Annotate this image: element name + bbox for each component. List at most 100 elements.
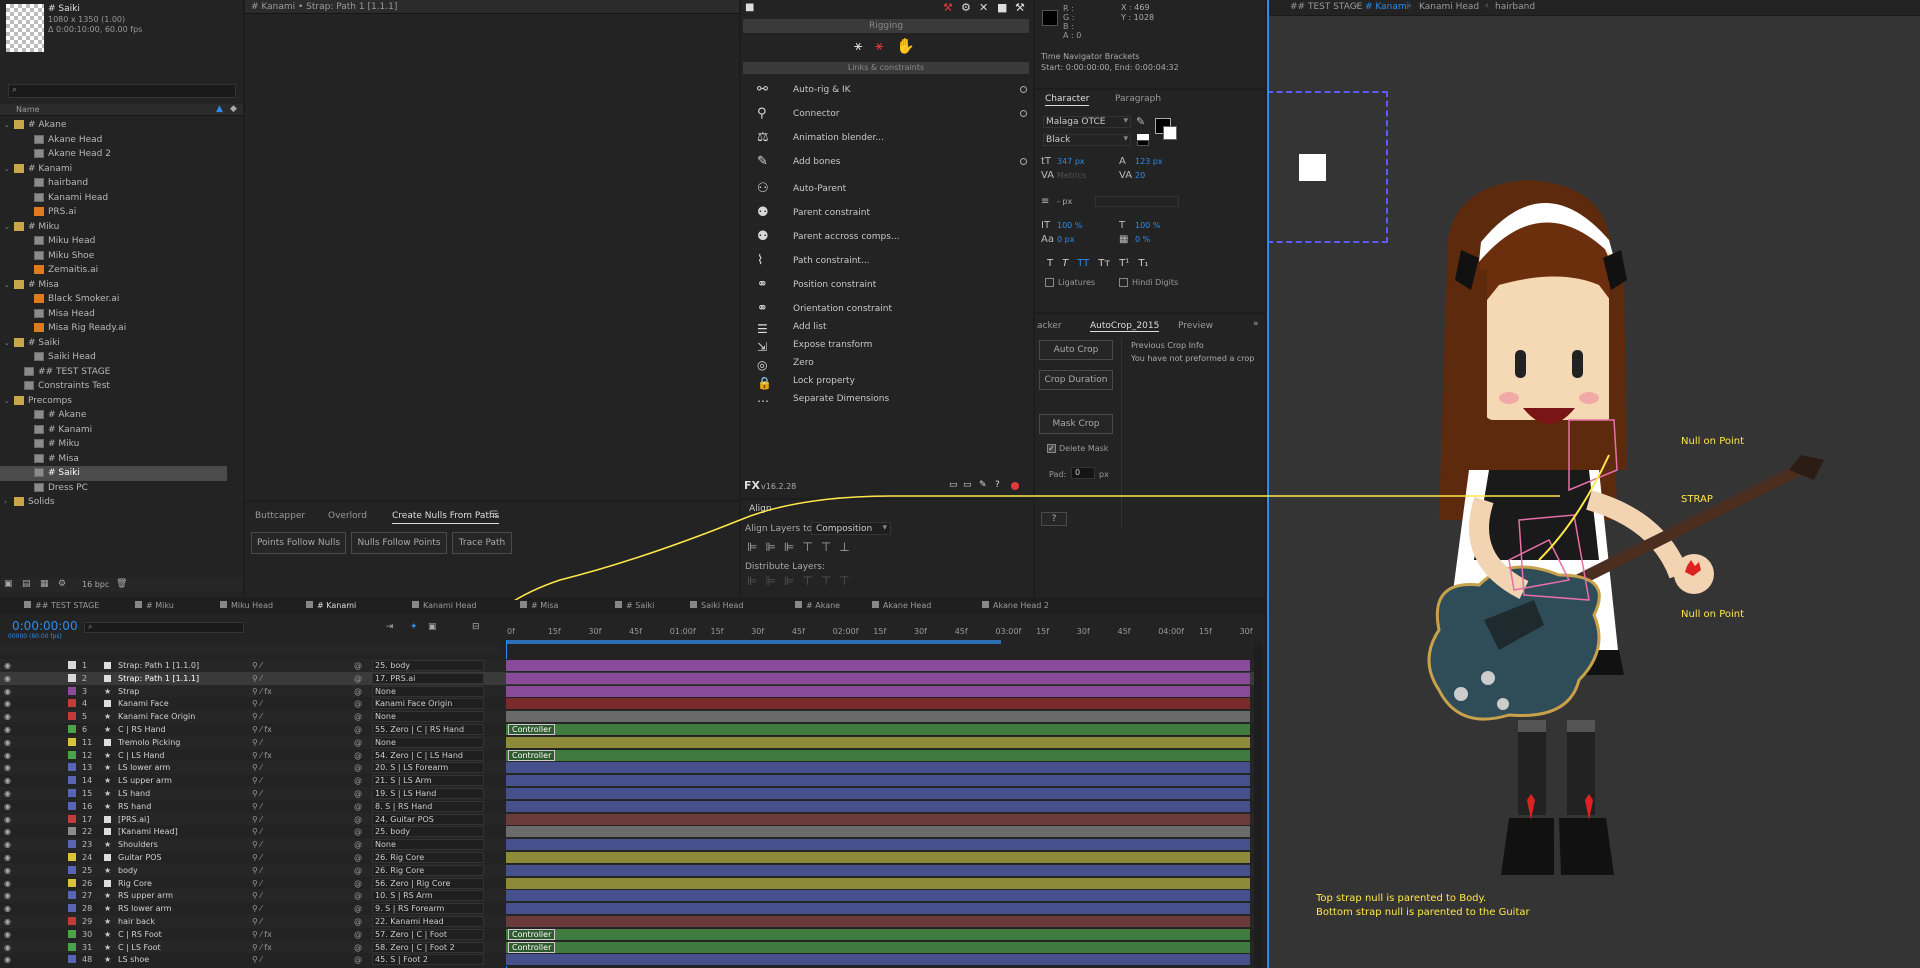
superscript-button[interactable]: T¹ bbox=[1119, 258, 1129, 269]
layer-duration-bar[interactable] bbox=[506, 916, 1250, 927]
parent-pickwhip-icon[interactable]: @ bbox=[354, 953, 362, 966]
layer-name[interactable]: [Kanami Head] bbox=[118, 825, 178, 838]
align-top-icon[interactable]: ⊤ bbox=[802, 540, 820, 554]
parent-pickwhip-icon[interactable]: @ bbox=[354, 685, 362, 698]
stroke-type-select[interactable] bbox=[1095, 196, 1179, 207]
tracker-tab[interactable]: acker bbox=[1037, 321, 1062, 331]
layer-label-color[interactable] bbox=[68, 801, 76, 810]
layer-name[interactable]: LS upper arm bbox=[118, 774, 172, 787]
work-area-bar[interactable] bbox=[506, 640, 1001, 644]
layer-label-color[interactable] bbox=[68, 763, 76, 772]
visibility-eye-icon[interactable]: ◉ bbox=[4, 800, 11, 813]
parent-pickwhip-icon[interactable]: @ bbox=[354, 672, 362, 685]
rig-button-0[interactable]: ⚯ Auto-rig & IK bbox=[741, 78, 1031, 102]
layer-row[interactable]: ◉ 13 ★ LS lower arm ⚲ ⁄ @20. S | LS Forearm bbox=[0, 761, 1256, 775]
expand-panels-icon[interactable]: » bbox=[1253, 319, 1259, 329]
font-style-select[interactable]: Black ▾ bbox=[1043, 134, 1131, 146]
layer-switches[interactable]: ⚲ ⁄ bbox=[252, 915, 262, 928]
layer-switches[interactable]: ⚲ ⁄ bbox=[252, 800, 262, 813]
pad-input[interactable]: 0 bbox=[1071, 467, 1095, 479]
project-item[interactable]: ⌄ # Kanami bbox=[0, 162, 243, 177]
nulls-follow-points-button[interactable]: Nulls Follow Points bbox=[351, 532, 447, 554]
layer-duration-bar[interactable] bbox=[506, 672, 1250, 684]
timecode[interactable]: 0:00:00:00 bbox=[12, 619, 78, 633]
layer-label-color[interactable] bbox=[68, 929, 76, 938]
layer-name[interactable]: C | RS Hand bbox=[118, 723, 166, 736]
parent-select[interactable]: 8. S | RS Hand bbox=[372, 800, 484, 812]
rig-button-7[interactable]: ⌇ Path constraint... bbox=[741, 249, 1031, 273]
disclosure-triangle-icon[interactable]: ⌄ bbox=[4, 162, 14, 177]
parent-select[interactable]: 21. S | LS Arm bbox=[372, 775, 484, 787]
align-to-select[interactable]: Composition ▾ bbox=[811, 522, 891, 535]
parent-pickwhip-icon[interactable]: @ bbox=[354, 787, 362, 800]
rig-small-button-4[interactable]: ⋯ Separate Dimensions bbox=[741, 390, 1031, 408]
layer-row[interactable]: ◉ 12 ★ C | LS Hand ⚲ ⁄ fx @54. Zero | C | LS … bbox=[0, 748, 1256, 762]
layer-row[interactable]: ◉ 2 Strap: Path 1 [1.1.1] ⚲ ⁄ @17. PRS.ai bbox=[0, 671, 1256, 685]
layer-search-input[interactable]: ⌕ bbox=[84, 622, 244, 633]
faux-bold-button[interactable]: T bbox=[1047, 258, 1053, 269]
layer-switches[interactable]: ⚲ ⁄ bbox=[252, 736, 262, 749]
layer-row[interactable]: ◉ 1 Strap: Path 1 [1.1.0] ⚲ ⁄ @25. body bbox=[0, 659, 1256, 672]
parent-select[interactable]: 25. body bbox=[372, 826, 484, 838]
parent-pickwhip-icon[interactable]: @ bbox=[354, 915, 362, 928]
small-caps-button[interactable]: Tт bbox=[1098, 258, 1110, 269]
layer-switches[interactable]: ⚲ ⁄ bbox=[252, 697, 262, 710]
parent-select[interactable]: 54. Zero | C | LS Hand bbox=[372, 749, 484, 761]
parent-pickwhip-icon[interactable]: @ bbox=[354, 825, 362, 838]
parent-pickwhip-icon[interactable]: @ bbox=[354, 774, 362, 787]
rig-button-8[interactable]: ⚭ Position constraint bbox=[741, 273, 1031, 297]
layer-switches[interactable]: ⚲ ⁄ bbox=[252, 659, 262, 672]
animation-tool-icon[interactable]: ✕ bbox=[979, 1, 988, 14]
eyedropper-icon[interactable]: ✎ bbox=[1136, 115, 1145, 128]
layer-duration-bar[interactable] bbox=[506, 788, 1250, 799]
visibility-eye-icon[interactable]: ◉ bbox=[4, 723, 11, 736]
layer-duration-bar[interactable] bbox=[506, 903, 1250, 915]
vscale-value[interactable]: 100 % bbox=[1057, 221, 1082, 230]
visibility-eye-icon[interactable]: ◉ bbox=[4, 928, 11, 941]
layer-duration-bar[interactable] bbox=[506, 839, 1250, 851]
parent-pickwhip-icon[interactable]: @ bbox=[354, 889, 362, 902]
parent-pickwhip-icon[interactable]: @ bbox=[354, 941, 362, 954]
parent-select[interactable]: 57. Zero | C | Foot bbox=[372, 928, 484, 940]
new-folder-icon[interactable]: ▤ bbox=[22, 579, 31, 589]
layer-label-color[interactable] bbox=[68, 840, 76, 849]
baseline-value[interactable]: 0 px bbox=[1057, 235, 1074, 244]
parent-pickwhip-icon[interactable]: @ bbox=[354, 761, 362, 774]
layer-switches[interactable]: ⚲ ⁄ bbox=[252, 838, 262, 851]
layer-switches[interactable]: ⚲ ⁄ fx bbox=[252, 723, 272, 736]
layer-name[interactable]: Tremolo Picking bbox=[118, 736, 180, 749]
layer-label-color[interactable] bbox=[68, 661, 76, 669]
layer-row[interactable]: ◉ 17 [PRS.ai] ⚲ ⁄ @24. Guitar POS bbox=[0, 812, 1256, 826]
parent-select[interactable]: None bbox=[372, 736, 484, 748]
kerning-value[interactable]: Metrics bbox=[1057, 171, 1086, 180]
swatch-white[interactable] bbox=[1137, 140, 1149, 146]
stroke-color-swatch[interactable] bbox=[1163, 126, 1177, 140]
draft-3d-icon[interactable]: ✦ bbox=[410, 622, 418, 632]
layer-name[interactable]: RS lower arm bbox=[118, 902, 171, 915]
parent-pickwhip-icon[interactable]: @ bbox=[354, 736, 362, 749]
marker-label[interactable]: Controller bbox=[508, 928, 556, 940]
layer-row[interactable]: ◉ 26 Rig Core ⚲ ⁄ @56. Zero | Rig Core bbox=[0, 876, 1256, 890]
parent-select[interactable]: Kanami Face Origin bbox=[372, 698, 484, 710]
hscale-value[interactable]: 100 % bbox=[1135, 221, 1160, 230]
project-item[interactable]: Miku Head bbox=[0, 234, 243, 249]
parent-pickwhip-icon[interactable]: @ bbox=[354, 710, 362, 723]
layer-row[interactable]: ◉ 4 Kanami Face ⚲ ⁄ @ Kanami Face Origin bbox=[0, 697, 1256, 711]
layer-row[interactable]: ◉ 14 ★ LS upper arm ⚲ ⁄ @21. S | LS Arm bbox=[0, 774, 1256, 788]
motion-blur-icon[interactable]: ▣ bbox=[428, 622, 437, 632]
timeline-tab[interactable]: # Miku bbox=[135, 601, 174, 610]
layer-row[interactable]: ◉ 29 ★ hair back ⚲ ⁄ @22. Kanami Head bbox=[0, 915, 1256, 928]
visibility-eye-icon[interactable]: ◉ bbox=[4, 774, 11, 787]
chat-icon[interactable]: ▭ bbox=[949, 480, 958, 490]
marker-label[interactable]: Controller bbox=[508, 724, 556, 735]
disclosure-triangle-icon[interactable]: ⌄ bbox=[4, 394, 14, 409]
layer-duration-bar[interactable] bbox=[506, 877, 1250, 889]
layer-label-color[interactable] bbox=[68, 750, 76, 759]
parent-pickwhip-icon[interactable]: @ bbox=[354, 851, 362, 864]
visibility-eye-icon[interactable]: ◉ bbox=[4, 838, 11, 851]
layer-name[interactable]: LS hand bbox=[118, 787, 150, 800]
layer-label-color[interactable] bbox=[68, 725, 76, 733]
layer-name[interactable]: hair back bbox=[118, 915, 155, 928]
layer-duration-bar[interactable] bbox=[506, 954, 1250, 966]
project-item[interactable]: ⌄ # Saiki bbox=[0, 336, 243, 351]
